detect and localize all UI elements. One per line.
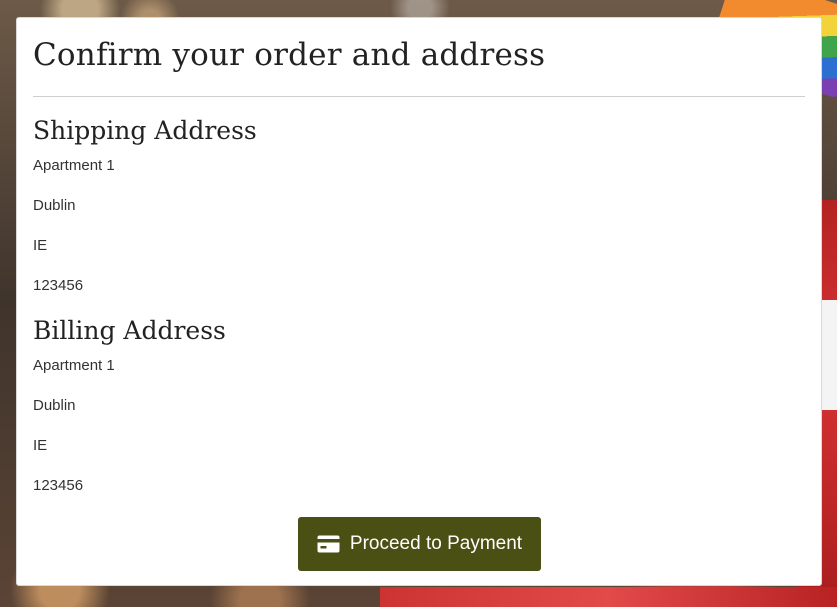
shipping-address-section: Shipping Address Apartment 1 Dublin IE 1… [33,116,257,317]
shipping-address-postcode: 123456 [33,277,84,294]
proceed-to-payment-label: Proceed to Payment [349,533,523,554]
shipping-address-country: IE [33,237,48,254]
billing-address-section: Billing Address Apartment 1 Dublin IE 12… [33,316,226,517]
shipping-address-city: Dublin [33,197,76,214]
page-title: Confirm your order and address [33,37,546,73]
proceed-to-payment-button[interactable]: Proceed to Payment [298,517,541,571]
shipping-address-line-1: Apartment 1 [33,157,115,174]
order-confirmation-card: Confirm your order and address Shipping … [16,17,822,586]
billing-address-city: Dublin [33,397,76,414]
billing-address-line-1: Apartment 1 [33,357,115,374]
background-red-strip [380,587,837,607]
billing-address-country: IE [33,437,48,454]
title-divider [33,96,805,97]
billing-address-postcode: 123456 [33,477,84,494]
shipping-address-heading: Shipping Address [33,116,257,145]
billing-address-heading: Billing Address [33,316,226,345]
credit-card-icon [317,535,340,553]
